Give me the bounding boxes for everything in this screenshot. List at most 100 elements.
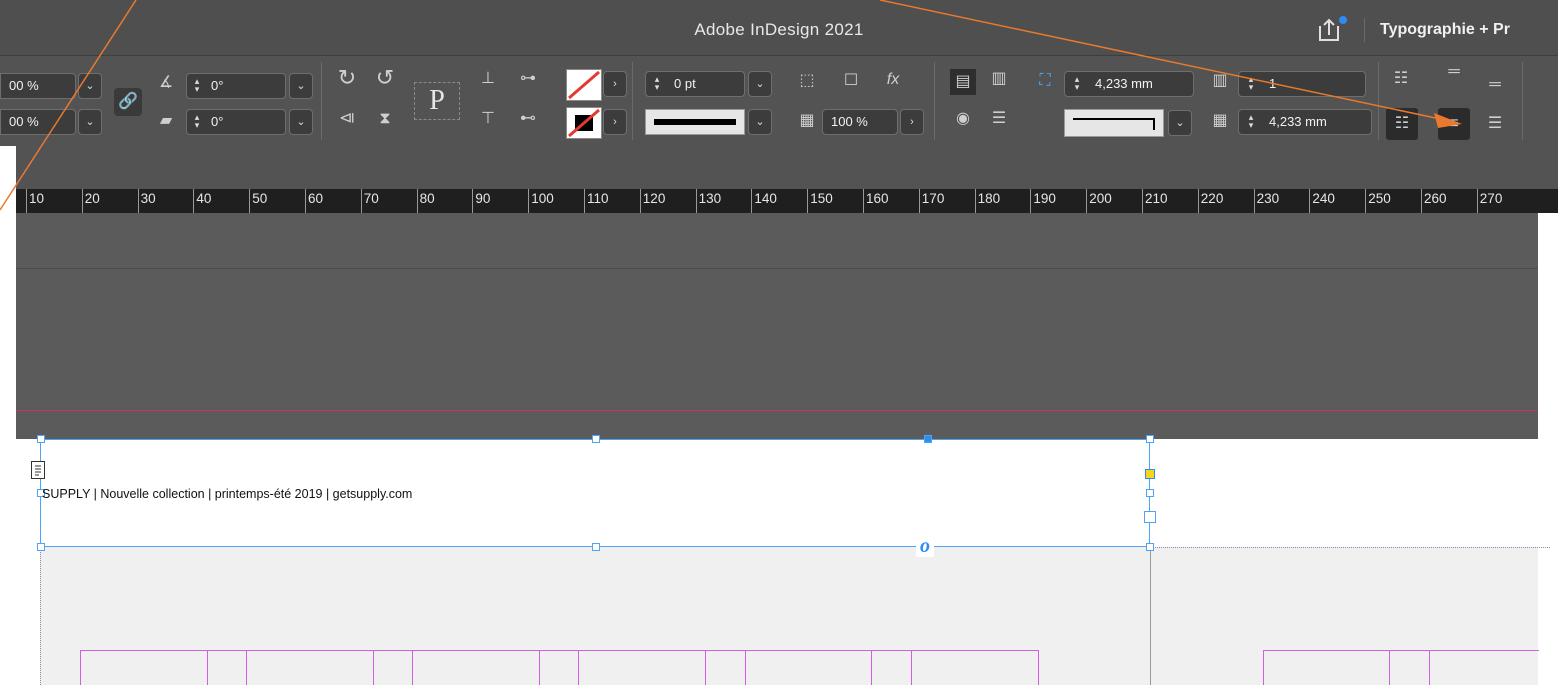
stroke-weight-dropdown[interactable]: ⌄ (748, 71, 772, 97)
ruler-label: 50 (252, 191, 268, 206)
column-guide (373, 650, 413, 685)
margin-guide (1150, 547, 1550, 549)
share-button[interactable] (1312, 14, 1348, 44)
proxy-icon[interactable]: P (414, 82, 460, 120)
ruler-tick (1365, 189, 1367, 213)
ruler-tick (1421, 189, 1422, 213)
scale-x-field[interactable]: 00 % (0, 73, 76, 99)
frame-handle[interactable] (924, 435, 932, 443)
gutter-field[interactable]: 4,233 mm (1238, 109, 1372, 135)
ruler-tick (1309, 189, 1311, 213)
stroke-swatch-icon[interactable] (566, 107, 602, 139)
frame-handle[interactable] (592, 435, 600, 443)
stroke-type-dropdown[interactable]: ⌄ (748, 109, 772, 135)
control-panel: 00 % ⌄ 00 % ⌄ 🔗 ∡ 0° ▴ ▾ ⌄ ▰ 0° ▴ ▾ ⌄ ↻ ↺ … (0, 55, 1558, 146)
align-icon[interactable]: ⊥ (478, 69, 498, 89)
ruler-label: 140 (754, 191, 777, 206)
text-frame-icon (31, 461, 45, 479)
footer-text[interactable]: SUPPLY | Nouvelle collection | printemps… (42, 487, 412, 501)
scale-y-field[interactable]: 00 % (0, 109, 76, 135)
auto-size-icon[interactable]: ⛶ (1032, 71, 1058, 91)
ruler-label: 240 (1312, 191, 1335, 206)
ruler-label: 130 (698, 191, 722, 206)
rotate-cw-icon[interactable]: ↻ (334, 67, 360, 89)
opacity-field[interactable]: 100 % (822, 109, 898, 135)
ruler-tick (584, 189, 585, 213)
ruler-label: 80 (419, 191, 435, 206)
column-guide (1429, 650, 1539, 685)
distribute-icon[interactable]: ⊶ (514, 69, 542, 89)
gap-stepper[interactable]: ▴ ▾ (1070, 75, 1084, 93)
column-guide (911, 650, 1039, 685)
align-bottom-icon[interactable]: ☰ (1480, 108, 1510, 140)
frame-handle[interactable] (1146, 435, 1154, 443)
text-wrap-icon[interactable]: ▤ (950, 69, 976, 95)
align-bottom-icon[interactable]: ⊤ (478, 109, 498, 129)
ruler-label: 200 (1089, 191, 1112, 206)
opacity-icon: ▦ (799, 112, 815, 129)
fx-icon[interactable]: fx (880, 70, 906, 90)
columns-icon: ▥ (1212, 72, 1228, 89)
column-guide (745, 650, 872, 685)
flip-horizontal-icon[interactable]: ⧏ (334, 109, 360, 129)
pasteboard (16, 213, 1538, 268)
scale-x-dropdown[interactable]: ⌄ (78, 73, 102, 99)
align-top-icon[interactable]: ═ (1438, 62, 1470, 82)
frame-handle[interactable] (37, 543, 45, 551)
rotate-ccw-icon[interactable]: ↺ (372, 67, 398, 89)
ruler-label: 120 (642, 191, 666, 206)
shear-dropdown[interactable]: ⌄ (289, 109, 313, 135)
wrap-bounding-icon[interactable]: ▥ (986, 69, 1012, 89)
align-center-text-icon[interactable]: ═ (1480, 75, 1510, 95)
horizontal-ruler[interactable]: 10 20 30 40 50 60 70 80 90 100 110 120 130 140 150 160 1… (16, 189, 1558, 213)
wrap-jump-icon[interactable]: ☰ (986, 109, 1012, 129)
frame-handle[interactable] (1146, 489, 1154, 497)
ruler-tick (26, 189, 27, 213)
frame-icon[interactable]: ⬚ (796, 71, 818, 91)
flip-vertical-icon[interactable]: ⧗ (372, 109, 398, 129)
fill-dropdown[interactable]: › (603, 71, 627, 97)
gutter-stepper[interactable]: ▴ ▾ (1244, 113, 1258, 131)
stroke-weight-stepper[interactable]: ▴ ▾ (650, 75, 664, 93)
ruler-label: 10 (29, 191, 45, 206)
ruler-label: 260 (1424, 191, 1447, 206)
frame-handle[interactable] (1146, 543, 1154, 551)
distribute-right-icon[interactable]: ⊷ (514, 109, 542, 129)
corner-options-handle[interactable] (1145, 469, 1155, 479)
corner-shape-dropdown[interactable]: ⌄ (1168, 110, 1192, 136)
columns-stepper[interactable]: ▴ ▾ (1244, 75, 1258, 93)
bleed-guide (16, 410, 1538, 411)
fill-swatch-icon[interactable] (566, 69, 602, 101)
ruler-tick (751, 189, 753, 213)
wrap-object-icon[interactable]: ◉ (950, 109, 976, 129)
rotation-stepper[interactable]: ▴ ▾ (190, 77, 204, 95)
ruler-tick (1197, 189, 1199, 213)
scale-y-dropdown[interactable]: ⌄ (78, 109, 102, 135)
opacity-dropdown[interactable]: › (900, 109, 924, 135)
ruler-label: 160 (866, 191, 889, 206)
ruler-label: 150 (810, 191, 833, 206)
share-icon (1319, 16, 1347, 41)
corner-shape-field[interactable] (1064, 109, 1164, 137)
lock-proportions-icon[interactable]: 🔗 (114, 88, 142, 116)
ruler-label: 60 (308, 191, 324, 206)
frame-handle[interactable] (37, 435, 45, 443)
column-guide (246, 650, 374, 685)
stroke-type-field[interactable] (645, 109, 745, 135)
ruler-tick (137, 189, 139, 213)
workspace-switcher[interactable]: Typographie + Pr (1380, 21, 1510, 39)
frame-handle[interactable] (592, 543, 600, 551)
frame-out-port[interactable] (1144, 511, 1156, 523)
align-center-icon[interactable]: ≡ (1438, 108, 1470, 140)
separator (321, 62, 322, 140)
title-separator (1364, 18, 1365, 42)
gutter-icon: ▦ (1212, 112, 1228, 129)
ruler-tick (695, 189, 697, 213)
stroke-dropdown[interactable]: › (603, 109, 627, 135)
drop-shadow-icon[interactable]: ☐ (840, 71, 862, 91)
column-guide (412, 650, 540, 685)
justify-icon[interactable]: ☷ (1388, 69, 1414, 89)
align-left-icon[interactable]: ☷ (1386, 108, 1418, 140)
shear-stepper[interactable]: ▴ ▾ (190, 113, 204, 131)
rotation-dropdown[interactable]: ⌄ (289, 73, 313, 99)
